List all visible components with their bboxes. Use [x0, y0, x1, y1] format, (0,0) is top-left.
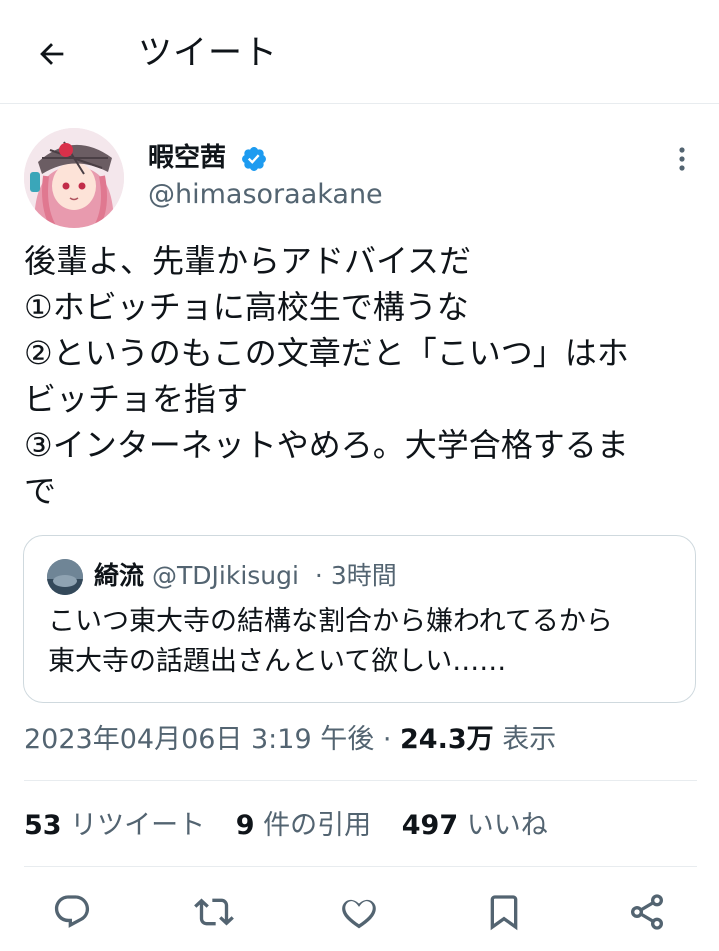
- author-name[interactable]: 暇空茜: [148, 142, 226, 174]
- bookmark-button[interactable]: [482, 890, 526, 934]
- quote-text-line: 東大寺の話題出さんといて欲しい……: [48, 646, 507, 677]
- more-button[interactable]: [668, 140, 696, 180]
- quoted-tweet-card[interactable]: 綺流 @TDJikisugi · 3時間 こいつ東大寺の結構な割合から嫌われてるか…: [23, 535, 696, 703]
- like-label: いいね: [466, 810, 548, 841]
- retweet-button[interactable]: [192, 890, 236, 934]
- meta-separator: ·: [382, 724, 392, 755]
- top-bar: ツイート: [0, 0, 719, 104]
- quote-time: · 3時間: [314, 561, 397, 590]
- share-button[interactable]: [625, 890, 669, 934]
- quote-text-line: こいつ東大寺の結構な割合から嫌われてるから: [48, 606, 613, 637]
- tweet-text-line: 後輩よ、先輩からアドバイスだ: [24, 242, 472, 280]
- timestamp[interactable]: 2023年04月06日 3:19 午後: [24, 724, 374, 755]
- author-handle[interactable]: @himasoraakane: [148, 178, 383, 212]
- quote-meta: 綺流 @TDJikisugi · 3時間: [94, 558, 397, 594]
- engagement-stats: 53 リツイート 9 件の引用 497 いいね: [24, 806, 570, 846]
- retweet-label: リツイート: [70, 810, 206, 841]
- avatar[interactable]: [24, 128, 124, 228]
- divider: [24, 780, 697, 781]
- like-icon: [342, 899, 376, 929]
- quote-author-name: 綺流: [94, 561, 145, 590]
- reply-icon: [54, 895, 90, 928]
- quote-author-handle: @TDJikisugi: [152, 561, 299, 590]
- quote-label: 件の引用: [263, 810, 372, 841]
- retweet-count: 53: [24, 810, 62, 841]
- more-vertical-icon: [679, 147, 685, 171]
- tweet-text-line: で: [24, 472, 57, 510]
- tweet-meta: 2023年04月06日 3:19 午後 · 24.3万 表示: [24, 720, 556, 760]
- like-button[interactable]: [337, 890, 381, 934]
- reply-button[interactable]: [50, 890, 94, 934]
- divider: [24, 866, 697, 867]
- avatar-illustration: [24, 128, 124, 228]
- tweet-text-line: ②というのもこの文章だと「こいつ」はホ: [24, 334, 629, 372]
- back-arrow-icon: [40, 43, 64, 65]
- share-icon: [631, 894, 663, 930]
- quote-text: こいつ東大寺の結構な割合から嫌われてるから 東大寺の話題出さんといて欲しい……: [48, 602, 678, 682]
- quote-avatar-image: [47, 559, 83, 595]
- quotes-stat[interactable]: 9 件の引用: [236, 810, 371, 841]
- views-label: 表示: [502, 724, 557, 755]
- likes-stat[interactable]: 497 いいね: [402, 810, 548, 841]
- back-button[interactable]: [30, 34, 74, 74]
- views-count: 24.3万: [400, 724, 494, 755]
- tweet-text-line: ①ホビッチョに高校生で構うな: [24, 288, 469, 326]
- tweet-text-line: ③インターネットやめろ。大学合格するま: [24, 426, 629, 464]
- bookmark-icon: [490, 895, 518, 931]
- like-count: 497: [401, 810, 459, 841]
- tweet-text-line: ビッチョを指す: [24, 380, 249, 418]
- verified-badge-icon: [242, 147, 266, 171]
- tweet-text: 後輩よ、先輩からアドバイスだ ①ホビッチョに高校生で構うな ②というのもこの文章…: [24, 238, 704, 514]
- retweet-icon: [194, 898, 234, 926]
- retweets-stat[interactable]: 53 リツイート: [24, 810, 205, 841]
- quote-avatar: [47, 559, 83, 595]
- quote-count: 9: [235, 810, 255, 841]
- action-bar: [0, 880, 719, 944]
- page-title: ツイート: [138, 33, 278, 73]
